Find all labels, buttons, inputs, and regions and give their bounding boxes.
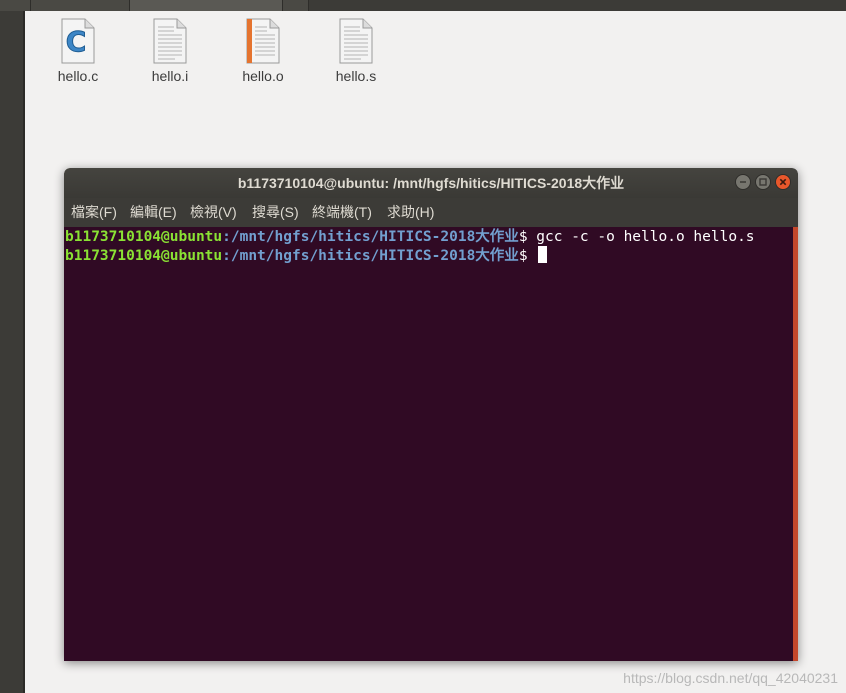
- terminal-menubar: 檔案(F) 編輯(E) 檢視(V) 搜尋(S) 終端機(T) 求助(H): [64, 198, 798, 227]
- maximize-icon: [755, 174, 771, 190]
- file-item-hello-s[interactable]: hello.s: [316, 18, 396, 84]
- tab-active[interactable]: [130, 0, 283, 11]
- file-name: hello.i: [151, 68, 189, 84]
- menu-file[interactable]: 檔案(F): [71, 198, 117, 227]
- text-cursor: [538, 246, 548, 263]
- tab[interactable]: [0, 0, 31, 11]
- file-name: hello.s: [335, 68, 377, 84]
- menu-view[interactable]: 檢視(V): [190, 198, 237, 227]
- terminal-titlebar[interactable]: b1173710104@ubuntu: /mnt/hgfs/hitics/HIT…: [64, 168, 798, 198]
- close-icon: [775, 174, 791, 190]
- terminal-window[interactable]: b1173710104@ubuntu: /mnt/hgfs/hitics/HIT…: [64, 168, 798, 661]
- prompt-user: b1173710104@ubuntu: [65, 229, 223, 245]
- prompt-user: b1173710104@ubuntu: [65, 248, 223, 264]
- file-item-hello-c[interactable]: C hello.c: [38, 18, 118, 84]
- command-text: gcc -c -o hello.o hello.s: [536, 229, 755, 245]
- prompt-symbol: $: [518, 248, 537, 264]
- file-item-hello-o[interactable]: hello.o: [223, 18, 303, 84]
- tab[interactable]: [31, 0, 130, 11]
- top-bar: [0, 0, 846, 11]
- svg-text:C: C: [66, 25, 87, 58]
- menu-help[interactable]: 求助(H): [387, 198, 434, 227]
- minimize-icon: [735, 174, 751, 190]
- scrollbar[interactable]: [793, 227, 798, 661]
- watermark: https://blog.csdn.net/qq_42040231: [623, 670, 838, 686]
- maximize-button[interactable]: [755, 174, 771, 190]
- file-item-hello-i[interactable]: hello.i: [130, 18, 210, 84]
- close-button[interactable]: [775, 174, 791, 190]
- object-file-icon: [246, 18, 280, 64]
- terminal-line: b1173710104@ubuntu:/mnt/hgfs/hitics/HITI…: [65, 246, 548, 265]
- text-file-icon: [339, 18, 373, 64]
- file-name: hello.o: [242, 68, 284, 84]
- text-file-icon: [153, 18, 187, 64]
- file-name: hello.c: [57, 68, 99, 84]
- prompt-path: :/mnt/hgfs/hitics/HITICS-2018大作业: [222, 248, 519, 264]
- terminal-screen[interactable]: b1173710104@ubuntu:/mnt/hgfs/hitics/HITI…: [64, 227, 798, 661]
- sidebar: [0, 11, 25, 693]
- tab[interactable]: [283, 0, 309, 11]
- menu-edit[interactable]: 編輯(E): [130, 198, 177, 227]
- c-source-file-icon: C: [61, 18, 95, 64]
- window-title: b1173710104@ubuntu: /mnt/hgfs/hitics/HIT…: [237, 175, 625, 191]
- terminal-line: b1173710104@ubuntu:/mnt/hgfs/hitics/HITI…: [65, 228, 755, 246]
- prompt-symbol: $: [518, 229, 537, 245]
- menu-search[interactable]: 搜尋(S): [252, 198, 299, 227]
- prompt-path: :/mnt/hgfs/hitics/HITICS-2018大作业: [222, 229, 519, 245]
- menu-terminal[interactable]: 終端機(T): [312, 198, 372, 227]
- minimize-button[interactable]: [735, 174, 751, 190]
